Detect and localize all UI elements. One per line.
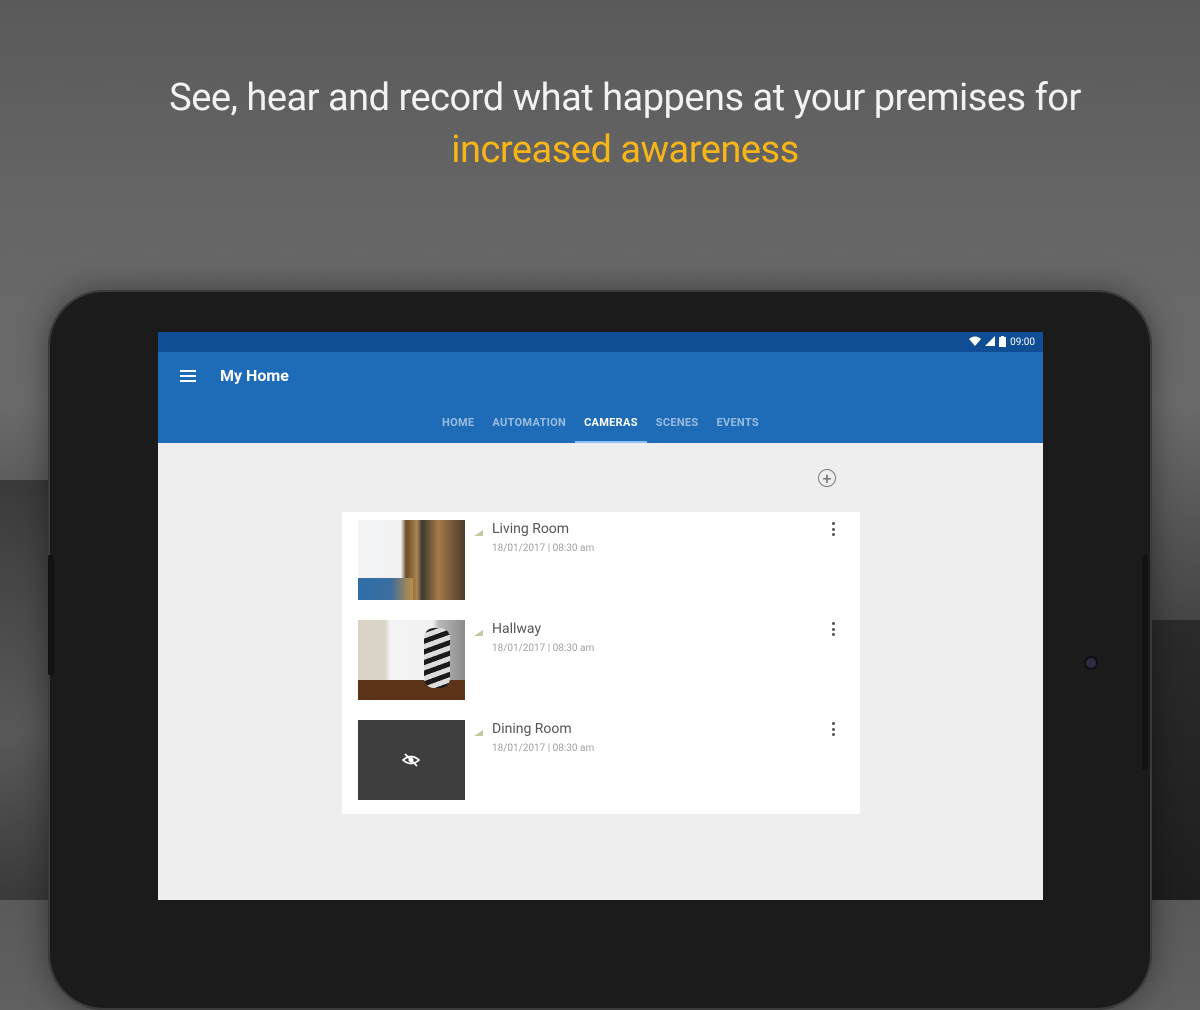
hamburger-menu-icon[interactable] [180, 370, 196, 384]
tablet-side-button-right [1142, 555, 1148, 770]
signal-icon [474, 530, 483, 536]
marketing-headline: See, hear and record what happens at you… [0, 72, 1200, 176]
tablet-front-camera [1086, 658, 1096, 668]
app-bar: My Home HOME AUTOMATION CAMERAS SCENES E… [158, 352, 1043, 443]
camera-row-dining-room[interactable]: Dining Room 18/01/2017 | 08:30 am [342, 712, 860, 812]
tab-automation[interactable]: AUTOMATION [483, 404, 575, 443]
more-options-icon[interactable] [828, 720, 838, 738]
living-room-thumbnail[interactable] [358, 520, 465, 600]
app-screen: 09:00 My Home HOME AUTOMATION CAMERAS SC… [158, 332, 1043, 900]
add-camera-button[interactable]: + [818, 469, 836, 487]
dining-room-thumbnail[interactable] [358, 720, 465, 800]
tab-events[interactable]: EVENTS [707, 404, 767, 443]
tab-bar: HOME AUTOMATION CAMERAS SCENES EVENTS [158, 404, 1043, 443]
more-options-icon[interactable] [828, 620, 838, 638]
camera-name: Hallway [492, 621, 542, 637]
more-options-icon[interactable] [828, 520, 838, 538]
camera-row-living-room[interactable]: Living Room 18/01/2017 | 08:30 am [342, 512, 860, 612]
camera-hidden-icon [402, 753, 420, 767]
signal-icon [474, 630, 483, 636]
camera-name: Living Room [492, 521, 570, 537]
tab-scenes[interactable]: SCENES [647, 404, 708, 443]
status-bar: 09:00 [158, 332, 1043, 352]
headline-line-1: See, hear and record what happens at you… [169, 76, 1081, 120]
camera-timestamp: 18/01/2017 | 08:30 am [492, 543, 595, 554]
cell-signal-icon [985, 336, 996, 348]
app-title: My Home [220, 366, 289, 385]
camera-row-hallway[interactable]: Hallway 18/01/2017 | 08:30 am [342, 612, 860, 712]
headline-line-2: increased awareness [451, 128, 799, 172]
hallway-thumbnail[interactable] [358, 620, 465, 700]
camera-timestamp: 18/01/2017 | 08:30 am [492, 643, 595, 654]
camera-name: Dining Room [492, 721, 572, 737]
tab-home[interactable]: HOME [433, 404, 483, 443]
camera-timestamp: 18/01/2017 | 08:30 am [492, 743, 595, 754]
tab-cameras[interactable]: CAMERAS [575, 404, 647, 443]
wifi-icon [969, 336, 982, 348]
status-time: 09:00 [1010, 336, 1035, 348]
tablet-side-button-left [48, 555, 54, 675]
battery-icon [999, 335, 1007, 349]
signal-icon [474, 730, 483, 736]
camera-list: Living Room 18/01/2017 | 08:30 am Hallwa… [342, 512, 860, 814]
